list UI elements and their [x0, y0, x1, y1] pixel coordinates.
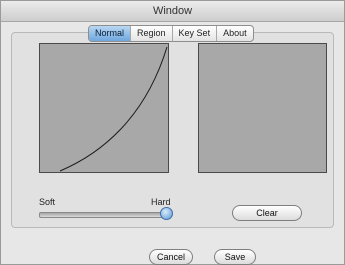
tab-bar: Normal Region Key Set About	[88, 25, 254, 42]
window: Window Normal Region Key Set About Soft …	[0, 0, 345, 265]
clear-button[interactable]: Clear	[232, 205, 302, 221]
curve-graph	[59, 46, 168, 172]
tab-region[interactable]: Region	[131, 26, 173, 41]
drawing-pane[interactable]	[198, 43, 327, 173]
firmness-slider-track[interactable]	[39, 212, 169, 218]
tab-normal[interactable]: Normal	[89, 26, 132, 41]
curve-pane[interactable]	[39, 43, 169, 173]
slider-min-label: Soft	[39, 197, 56, 207]
window-title: Window	[1, 1, 344, 22]
pressure-curve	[59, 46, 168, 172]
tab-about[interactable]: About	[217, 26, 253, 41]
slider-max-label: Hard	[151, 197, 171, 207]
firmness-slider-knob[interactable]	[160, 207, 173, 220]
save-button[interactable]: Save	[214, 249, 256, 265]
tab-key-set[interactable]: Key Set	[173, 26, 218, 41]
cancel-button[interactable]: Cancel	[149, 249, 193, 265]
